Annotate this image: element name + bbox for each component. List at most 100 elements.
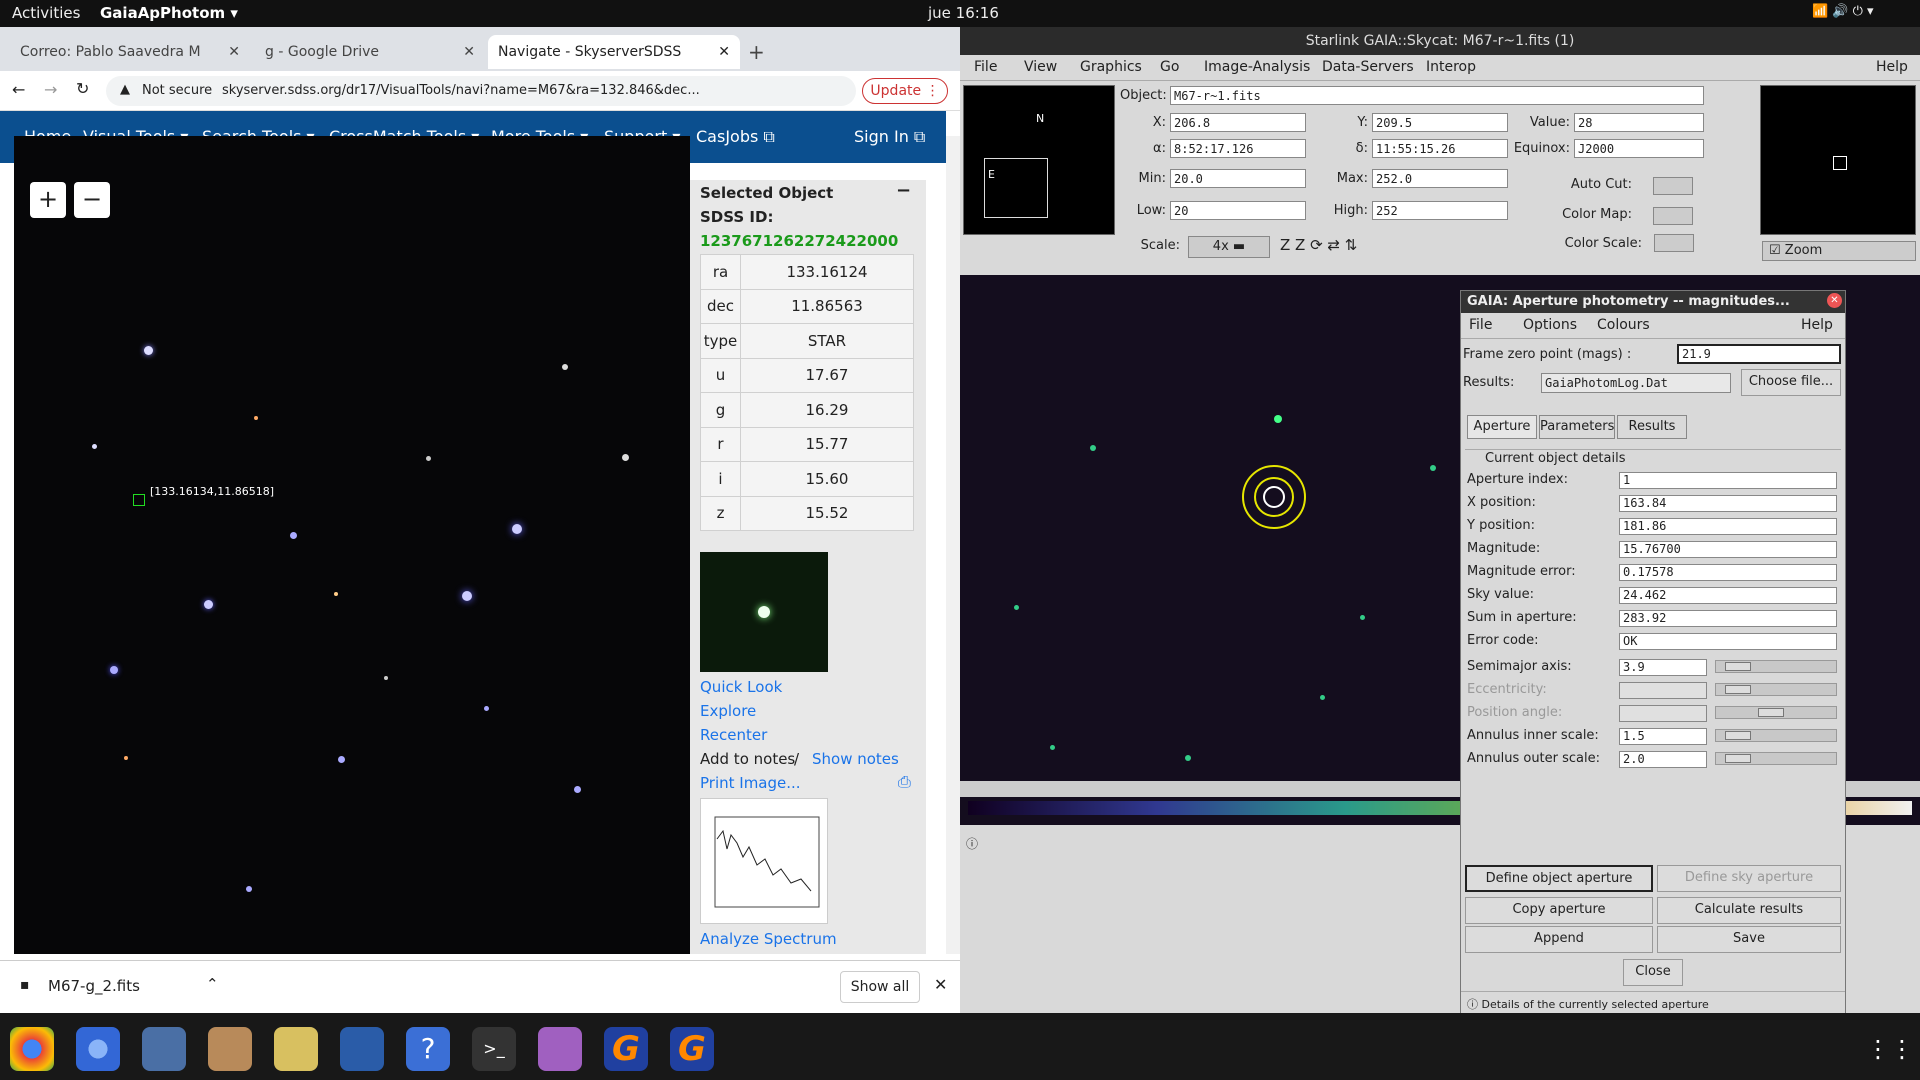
zero-point-input[interactable]: 21.9 [1677,344,1841,364]
explore-link[interactable]: Explore [700,702,756,720]
y-field[interactable]: 209.5 [1372,113,1508,132]
system-tray-icons[interactable]: 📶 🔊 ⏻ ▾ [1812,4,1874,19]
menu-image-analysis[interactable]: Image-Analysis [1204,59,1310,75]
menu-graphics[interactable]: Graphics [1080,59,1142,75]
new-tab-button[interactable]: + [738,35,775,69]
object-aperture[interactable] [1263,486,1285,508]
show-all-button[interactable]: Show all [840,971,920,1003]
writer-icon[interactable] [340,1027,384,1071]
url-box[interactable]: ▲ Not secure skyserver.sdss.org/dr17/Vis… [106,76,856,106]
object-marker[interactable] [133,494,145,506]
menu-help[interactable]: Help [1876,59,1908,75]
tab-mail[interactable]: Correo: Pablo Saavedra M ✕ [10,35,250,69]
color-scale-menu[interactable] [1654,234,1694,252]
annulus-inner-field[interactable]: 1.5 [1619,728,1707,745]
page-scrollbar[interactable] [946,136,960,954]
high-field[interactable]: 252 [1372,201,1508,220]
slider-handle[interactable] [1725,731,1752,740]
zoom-out-button[interactable]: − [74,182,110,218]
collapse-button[interactable]: − [896,180,911,201]
results-file-field[interactable]: GaiaPhotomLog.Dat [1541,373,1731,393]
sky-map[interactable]: + − [133.16134,11.86518] [14,136,690,954]
x-field[interactable]: 206.8 [1170,113,1306,132]
chromium-icon[interactable] [76,1027,120,1071]
download-file-name[interactable]: M67-g_2.fits [48,977,140,995]
pan-viewport-box[interactable] [984,158,1048,218]
semimajor-axis-slider[interactable] [1715,660,1837,673]
terminal-icon[interactable]: >_ [472,1027,516,1071]
quick-look-link[interactable]: Quick Look [700,678,782,696]
close-icon[interactable]: ✕ [934,975,947,994]
menu-go[interactable]: Go [1160,59,1179,75]
tab-skyserver[interactable]: Navigate - SkyserverSDSS ✕ [488,35,740,69]
menu-view[interactable]: View [1024,59,1057,75]
object-field[interactable]: M67-r~1.fits [1170,86,1704,105]
nav-sign-in[interactable]: Sign In ⧉ [854,127,925,147]
rhythmbox-icon[interactable] [274,1027,318,1071]
sky-value-field[interactable]: 24.462 [1619,587,1837,604]
zoom-checkbox[interactable]: ☑ Zoom [1762,241,1916,261]
url-text[interactable]: skyserver.sdss.org/dr17/VisualTools/navi… [222,83,700,98]
alpha-field[interactable]: 8:52:17.126 [1170,139,1306,158]
color-map-menu[interactable] [1653,207,1693,225]
sum-in-aperture-field[interactable]: 283.92 [1619,610,1837,627]
slider-handle[interactable] [1725,754,1752,763]
close-button[interactable]: Close [1623,959,1683,986]
app-menu[interactable]: GaiaApPhotom ▾ [100,4,238,22]
max-field[interactable]: 252.0 [1372,169,1508,188]
zoom-in-button[interactable]: + [30,182,66,218]
zoom-window[interactable] [1760,85,1916,235]
close-icon[interactable]: ✕ [1827,293,1842,308]
x-position-field[interactable]: 163.84 [1619,495,1837,512]
reload-icon[interactable]: ↻ [76,79,89,98]
mail-icon[interactable] [142,1027,186,1071]
app-grid-icon[interactable]: ⋮⋮⋮ [1866,1027,1920,1071]
slider-handle[interactable] [1725,662,1752,671]
magnitude-field[interactable]: 15.76700 [1619,541,1837,558]
menu-help[interactable]: Help [1801,317,1833,333]
nav-casjobs[interactable]: CasJobs ⧉ [696,127,775,147]
slider-handle[interactable] [1758,708,1785,717]
chrome-icon[interactable] [10,1027,54,1071]
forward-icon[interactable]: → [44,80,57,99]
tab-results[interactable]: Results [1617,415,1687,439]
tab-aperture[interactable]: Aperture [1467,415,1537,439]
y-position-field[interactable]: 181.86 [1619,518,1837,535]
help-icon[interactable]: ? [406,1027,450,1071]
aperture-index-field[interactable]: 1 [1619,472,1837,489]
files-icon[interactable] [208,1027,252,1071]
equinox-field[interactable]: J2000 [1574,139,1704,158]
pan-window[interactable]: N E [963,85,1115,235]
menu-interop[interactable]: Interop [1426,59,1476,75]
spectrum-thumbnail[interactable] [700,798,828,924]
magnitude-error-field[interactable]: 0.17578 [1619,564,1837,581]
printer-icon[interactable]: ⎙ [898,772,911,792]
save-button[interactable]: Save [1657,926,1841,953]
print-image-link[interactable]: Print Image... [700,774,801,792]
delta-field[interactable]: 11:55:15.26 [1372,139,1508,158]
menu-file[interactable]: File [1469,317,1492,333]
annulus-outer-field[interactable]: 2.0 [1619,751,1707,768]
show-notes-link[interactable]: Show notes [812,750,899,768]
copy-aperture-button[interactable]: Copy aperture [1465,897,1653,924]
analyze-spectrum-link[interactable]: Analyze Spectrum [700,930,837,948]
menu-data-servers[interactable]: Data-Servers [1322,59,1414,75]
tab-parameters[interactable]: Parameters [1539,415,1615,439]
menu-file[interactable]: File [974,59,997,75]
chevron-up-icon[interactable]: ⌃ [206,975,219,993]
gaia-app-icon[interactable]: G [604,1027,648,1071]
choose-file-button[interactable]: Choose file... [1741,369,1841,396]
define-object-aperture-button[interactable]: Define object aperture [1465,865,1653,892]
menu-colours[interactable]: Colours [1597,317,1650,333]
annulus-inner-slider[interactable] [1715,729,1837,742]
object-thumbnail[interactable] [700,552,828,672]
auto-cut-menu[interactable] [1653,177,1693,195]
calculate-results-button[interactable]: Calculate results [1657,897,1841,924]
close-icon[interactable]: ✕ [228,44,240,60]
error-code-field[interactable]: OK [1619,633,1837,650]
recenter-link[interactable]: Recenter [700,726,767,744]
clock[interactable]: jue 16:16 [928,4,999,22]
low-field[interactable]: 20 [1170,201,1306,220]
add-to-notes-link[interactable]: Add to notes [700,750,795,768]
close-icon[interactable]: ✕ [463,44,475,60]
